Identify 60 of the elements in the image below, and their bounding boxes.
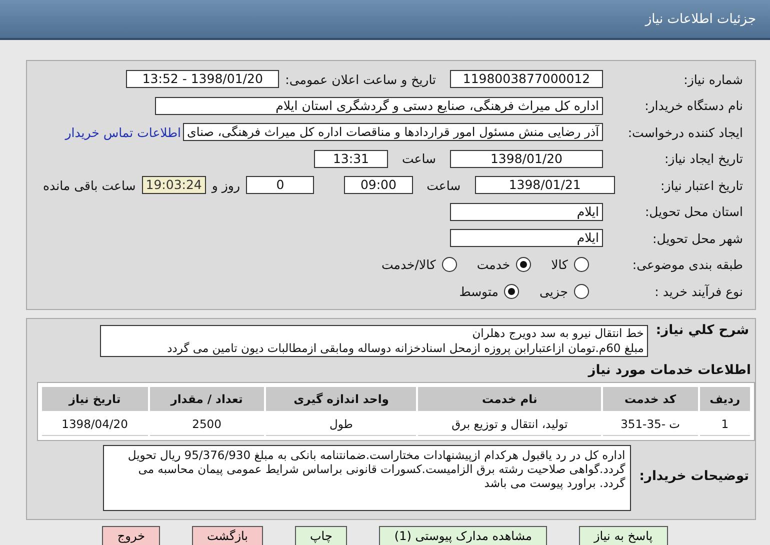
action-button[interactable]: خروج bbox=[102, 526, 160, 545]
field-label: استان محل تحویل: bbox=[644, 204, 744, 220]
time-field: 13:31 bbox=[314, 150, 388, 168]
field-label: شماره نیاز: bbox=[682, 72, 744, 87]
table-cell: تولید، انتقال و توزیع برق bbox=[418, 412, 601, 436]
action-button[interactable]: بازگشت bbox=[192, 526, 263, 545]
action-button[interactable]: مشاهده مدارک پیوستی (1) bbox=[379, 526, 547, 545]
radio-button[interactable] bbox=[574, 284, 589, 299]
column-header: واحد اندازه گیری bbox=[266, 386, 416, 410]
field-label: تاریخ و ساعت اعلان عمومی: bbox=[285, 72, 436, 87]
date-field: 1398/01/21 bbox=[474, 176, 616, 194]
remaining-time-field: 19:03:24 bbox=[142, 176, 206, 194]
field-label: روز و bbox=[212, 178, 240, 193]
action-button[interactable]: چاپ bbox=[295, 526, 348, 545]
radio-button[interactable] bbox=[504, 284, 520, 299]
radio-label: خدمت bbox=[476, 257, 510, 272]
table-cell: 1 bbox=[700, 412, 750, 436]
field-label: طبقه بندی موضوعی: bbox=[631, 257, 744, 272]
column-header: نام خدمت bbox=[418, 386, 601, 410]
field-label: ساعت bbox=[426, 178, 461, 193]
table-cell: 2500 bbox=[150, 412, 264, 436]
field-label: شرح کلي نیاز: bbox=[654, 322, 750, 338]
field-label: ساعت باقی مانده bbox=[43, 178, 136, 193]
table-cell: طول bbox=[266, 412, 416, 436]
page-title: جزئیات اطلاعات نیاز bbox=[645, 12, 756, 26]
notes-field: اداره کل در رد یاقبول هرکدام ازپیشنهادات مختاراست.ضمانتنامه بانکی به مبلغ 95/376/930 ریال تحویل گردد.گواهی صلاحیت رشته برق الزامیست.کسورات قانونی براساس شرایط عمومی پیمان محاسبه می گردد. براورد پیوست می باشد bbox=[103, 444, 632, 510]
summary-field: خط انتقال نیرو به سد دویرج دهلران مبلغ 60م.تومان ازاعتبارابن پروزه ازمحل اسنادخزانه دوساله ومابقی ازمطالبات دیون تامین می گردد bbox=[100, 324, 648, 356]
table-cell: ت -35-351 bbox=[602, 412, 698, 436]
radio-button[interactable] bbox=[442, 257, 457, 272]
field-label: نام دستگاه خریدار: bbox=[644, 98, 744, 114]
time-field: 09:00 bbox=[344, 176, 413, 194]
date-field: 1398/01/20 bbox=[450, 150, 603, 168]
field-label: تاریخ اعتبار نیاز: bbox=[660, 178, 744, 193]
days-field: 0 bbox=[246, 176, 314, 194]
column-header: ردیف bbox=[700, 386, 750, 410]
radio-button[interactable] bbox=[516, 257, 532, 272]
city-field: ایلام bbox=[450, 229, 603, 248]
field-label: ایجاد کننده درخواست: bbox=[626, 124, 744, 140]
field-label: شهر محل تحویل: bbox=[652, 230, 744, 246]
radio-label: جزیی bbox=[539, 284, 568, 299]
action-button[interactable]: پاسخ به نیاز bbox=[578, 526, 668, 545]
field-label: ساعت bbox=[402, 151, 436, 166]
announce-date-field: 1398/01/20 - 13:52 bbox=[126, 70, 280, 88]
province-field: ایلام bbox=[450, 202, 603, 221]
column-header: تاریخ نیاز bbox=[42, 386, 148, 410]
radio-label: کالا/خدمت bbox=[381, 257, 436, 272]
radio-label: متوسط bbox=[459, 284, 498, 299]
need-number-field: 1198003877000012 bbox=[450, 70, 603, 88]
radio-label: کالا bbox=[551, 257, 568, 272]
contact-link[interactable]: اطلاعات تماس خریدار bbox=[65, 124, 182, 140]
column-header: کد خدمت bbox=[602, 386, 698, 410]
field-label: توضیحات خریدار: bbox=[638, 468, 750, 484]
section-title: اطلاعات خدمات مورد نیاز bbox=[586, 362, 751, 378]
radio-button[interactable] bbox=[574, 257, 589, 272]
buyer-field: اداره کل میراث فرهنگی، صنایع دستی و گردشگری استان ایلام bbox=[155, 96, 603, 115]
field-label: نوع فرآیند خرید : bbox=[654, 284, 744, 299]
table-cell: 1398/04/20 bbox=[42, 412, 148, 436]
creator-field: آذر رضایی منش مسئول امور قراردادها و مناقصات اداره کل میراث فرهنگی، صنای bbox=[183, 123, 603, 142]
column-header: تعداد / مقدار bbox=[150, 386, 264, 410]
field-label: تاریخ ایجاد نیاز: bbox=[663, 151, 744, 166]
